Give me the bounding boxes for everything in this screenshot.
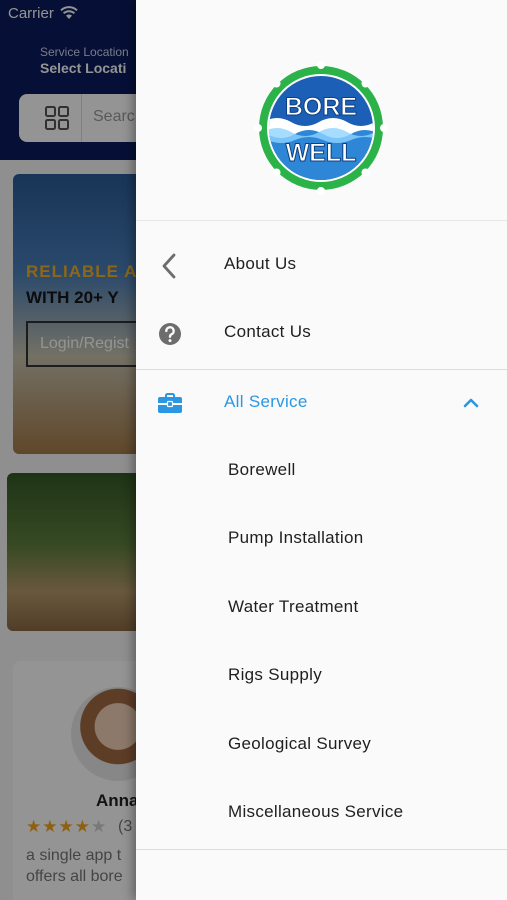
- chevron-up-icon[interactable]: [460, 392, 482, 414]
- logo-text-well: WELL: [286, 139, 357, 167]
- borewell-logo: BORE WELL: [254, 61, 388, 195]
- drawer-header: BORE WELL: [136, 0, 507, 221]
- menu-divider: [136, 849, 507, 850]
- menu-item-about-us[interactable]: About Us: [136, 232, 507, 300]
- service-item-label: Miscellaneous Service: [228, 802, 404, 821]
- service-item-geological-survey[interactable]: Geological Survey: [136, 712, 507, 780]
- service-item-water-treatment[interactable]: Water Treatment: [136, 575, 507, 643]
- menu-item-label: About Us: [224, 254, 297, 273]
- service-item-label: Water Treatment: [228, 597, 359, 616]
- service-item-label: Pump Installation: [228, 528, 364, 547]
- briefcase-icon: [158, 393, 182, 413]
- service-item-miscellaneous-service[interactable]: Miscellaneous Service: [136, 780, 507, 848]
- navigation-drawer: BORE WELL About Us Contact Us All Servic…: [136, 0, 507, 900]
- service-item-rigs-supply[interactable]: Rigs Supply: [136, 643, 507, 711]
- service-item-pump-installation[interactable]: Pump Installation: [136, 506, 507, 574]
- menu-item-contact-us[interactable]: Contact Us: [136, 300, 507, 368]
- service-item-label: Borewell: [228, 460, 296, 479]
- logo-text-bore: BORE: [285, 93, 357, 121]
- menu-item-label: Contact Us: [224, 322, 312, 341]
- menu-item-label: All Service: [224, 392, 308, 411]
- menu-item-all-service[interactable]: All Service: [136, 370, 507, 438]
- service-item-borewell[interactable]: Borewell: [136, 438, 507, 506]
- service-item-label: Rigs Supply: [228, 665, 323, 684]
- help-circle-icon: [159, 323, 181, 345]
- chevron-left-icon: [162, 253, 176, 279]
- service-item-label: Geological Survey: [228, 734, 372, 753]
